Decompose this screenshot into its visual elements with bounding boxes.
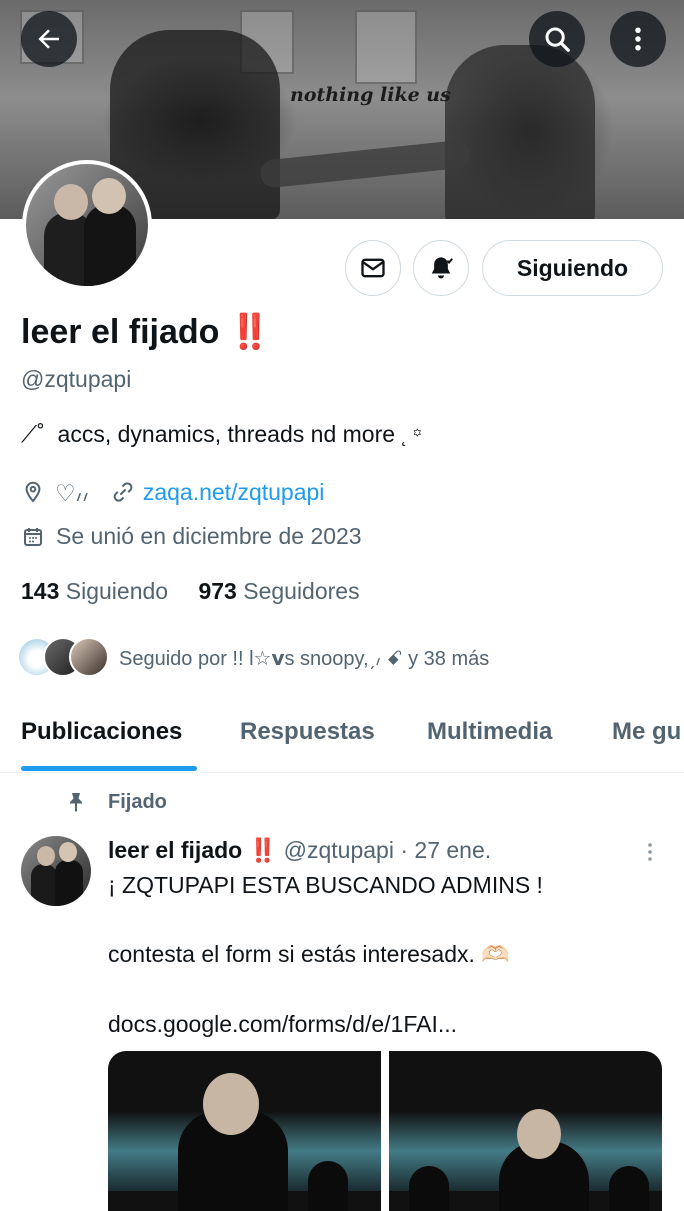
post-date[interactable]: 27 ene. (414, 837, 491, 863)
tab-respuestas[interactable]: Respuestas (240, 718, 375, 746)
post-author-name[interactable]: leer el fijado (108, 837, 242, 863)
location-pin-icon (25, 481, 41, 503)
name-emoji: ‼️ (228, 313, 272, 351)
following-button[interactable]: Siguiendo (482, 240, 663, 296)
post-text-line-2: contesta el form si estás interesadx. 🫶🏻 (108, 941, 510, 967)
joined-text: Se unió en diciembre de 2023 (56, 523, 362, 549)
profile-meta-row: ♡៸៸ zaqa.net/zqtupapi (21, 476, 324, 508)
banner-caption: nothing like us (290, 84, 451, 106)
profile-tabs: Publicaciones Respuestas Multimedia Me g… (0, 700, 684, 773)
followed-by[interactable]: Seguido por !! l☆𝘃s snoopy,ˏ៸ ꗃ y 38 más (17, 637, 489, 677)
followers-count-link[interactable]: 973 Seguidores (198, 578, 359, 604)
followed-by-text: Seguido por !! l☆𝘃s snoopy,ˏ៸ ꗃ y 38 más (119, 647, 490, 670)
pin-icon (70, 793, 82, 812)
joined-row: Se unió en diciembre de 2023 (21, 523, 362, 550)
post-link[interactable]: docs.google.com/forms/d/e/1FAI... (108, 1011, 457, 1038)
more-vertical-icon (648, 843, 652, 861)
bio-prefix: ⟋˚ (21, 421, 45, 447)
following-count: 143 (21, 578, 60, 604)
profile-handle: @zqtupapi (21, 366, 132, 392)
post-header: leer el fijado ‼️ @zqtupapi · 27 ene. (108, 837, 491, 864)
post-author-handle[interactable]: @zqtupapi (284, 837, 394, 863)
following-label: Siguiendo (65, 578, 169, 604)
post-more-button[interactable] (636, 838, 664, 866)
tab-me-gusta[interactable]: Me gu (612, 718, 681, 746)
follower-avatar (69, 637, 109, 677)
post-separator: · (400, 837, 409, 863)
more-options-button[interactable] (610, 11, 666, 67)
calendar-icon (24, 527, 42, 546)
pinned-label: Fijado (108, 790, 167, 813)
notifications-button[interactable] (413, 240, 469, 296)
tab-publicaciones[interactable]: Publicaciones (21, 718, 182, 746)
avatar (26, 164, 148, 286)
profile-name: leer el fijado ‼️ (21, 312, 271, 352)
search-icon (545, 27, 570, 52)
pinned-label-row: Fijado (64, 790, 167, 814)
bio-text: accs, dynamics, threads nd more (57, 421, 396, 447)
profile-bio: ⟋˚ accs, dynamics, threads nd more ˛ ꙳ (21, 421, 422, 448)
notification-bell-icon (431, 257, 454, 279)
active-tab-indicator (21, 766, 197, 771)
post-media-image[interactable] (108, 1051, 381, 1211)
post-text-line-1: ¡ ZQTUPAPI ESTA BUSCANDO ADMINS ! (108, 872, 543, 898)
search-button[interactable] (529, 11, 585, 67)
followers-count: 973 (198, 578, 237, 604)
more-vertical-icon (635, 27, 641, 51)
website-link[interactable]: zaqa.net/zqtupapi (143, 479, 325, 506)
message-button[interactable] (345, 240, 401, 296)
tab-multimedia[interactable]: Multimedia (427, 718, 552, 746)
following-count-link[interactable]: 143 Siguiendo (21, 578, 174, 604)
mail-icon (361, 258, 385, 278)
bio-suffix: ˛ ꙳ (401, 426, 423, 446)
back-arrow-icon (38, 29, 59, 49)
post-author-avatar[interactable] (21, 836, 91, 906)
follow-counts: 143 Siguiendo 973 Seguidores (21, 578, 360, 605)
back-button[interactable] (21, 11, 77, 67)
post-author-emoji: ‼️ (248, 837, 278, 863)
display-name: leer el fijado (21, 313, 220, 351)
followers-label: Seguidores (243, 578, 360, 604)
post-media-image[interactable] (389, 1051, 662, 1211)
link-icon (113, 482, 133, 502)
profile-avatar[interactable] (22, 160, 152, 290)
location-text: ♡៸៸ (55, 480, 89, 506)
